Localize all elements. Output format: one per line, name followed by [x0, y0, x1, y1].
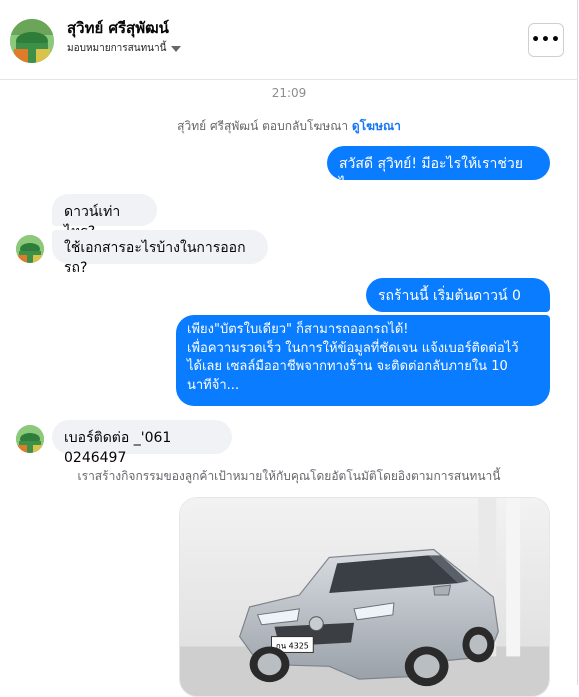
avatar[interactable] [10, 19, 54, 63]
contact-name: สุวิทย์ ศรีสุพัฒน์ [67, 19, 169, 37]
caret-down-icon [171, 45, 182, 52]
auto-activity-note: เราสร้างกิจกรรมของลูกค้าเป้าหมายให้กับคุ… [77, 469, 501, 483]
ad-reply-text: สุวิทย์ ศรีสุพัฒน์ ตอบกลับโฆษณา [177, 119, 349, 133]
avatar-image [10, 19, 54, 63]
message-line: เพื่อความรวดเร็ว ในการให้ข้อมูลที่ชัดเจน… [187, 340, 519, 356]
incoming-message[interactable]: ดาวน์เท่าไหร? [52, 194, 157, 240]
outgoing-message[interactable]: สวัสดี สุวิทย์! มีอะไรให้เราช่วยไหม [327, 146, 550, 192]
incoming-message[interactable]: ใช้เอกสารอะไรบ้างในการออกรถ? [52, 230, 268, 276]
avatar[interactable] [16, 235, 44, 263]
ad-reply-notice: สุวิทย์ ศรีสุพัฒน์ ตอบกลับโฆษณา ดูโฆษณา [0, 117, 578, 136]
assign-conversation-dropdown[interactable]: มอบหมายการสนทนานี้ [67, 41, 182, 56]
message-text: เบอร์ติดต่อ _'061 0246497 [64, 430, 172, 466]
more-options-button[interactable]: ••• [528, 23, 564, 57]
outgoing-message[interactable]: เพียง"บัตรใบเดียว" ก็สามารถออกรถได้! เพื… [176, 315, 550, 406]
message-line: เพียง"บัตรใบเดียว" ก็สามารถออกรถได้! [187, 322, 409, 337]
incoming-message[interactable]: เบอร์ติดต่อ _'061 0246497 [52, 420, 232, 466]
car-photo: กน 4325 [180, 498, 549, 696]
ad-card[interactable]: กน 4325 [179, 497, 550, 697]
message-text: สวัสดี สุวิทย์! มีอะไรให้เราช่วยไหม [339, 156, 523, 192]
more-icon: ••• [531, 32, 561, 48]
assign-conversation-label: มอบหมายการสนทนานี้ [67, 43, 167, 54]
avatar[interactable] [16, 425, 44, 453]
conversation-header: สุวิทย์ ศรีสุพัฒน์ มอบหมายการสนทนานี้ ••… [0, 0, 578, 80]
conversation-panel: สุวิทย์ ศรีสุพัฒน์ มอบหมายการสนทนานี้ ••… [0, 0, 578, 697]
message-line: นาทีจ้า... [187, 377, 240, 393]
avatar-image [16, 235, 44, 263]
view-ad-link[interactable]: ดูโฆษณา [352, 119, 401, 133]
message-timestamp: 21:09 [271, 86, 307, 100]
message-line: ได้เลย เซลล์มืออาชีพจากทางร้าน จะติดต่อก… [187, 359, 508, 374]
avatar-image [16, 425, 44, 453]
message-text: ใช้เอกสารอะไรบ้างในการออกรถ? [64, 240, 246, 276]
license-plate-text: กน 4325 [276, 641, 309, 650]
outgoing-message[interactable]: รถร้านนี้ เริ่มต้นดาวน์ 0 บาท [366, 278, 550, 324]
